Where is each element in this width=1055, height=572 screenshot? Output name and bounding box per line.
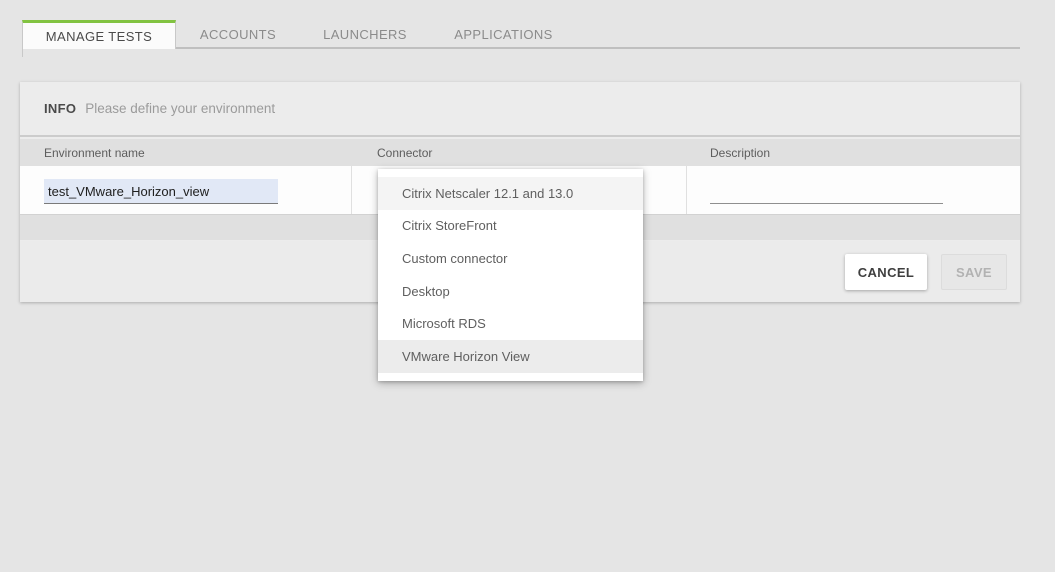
tab-accounts[interactable]: ACCOUNTS	[176, 20, 300, 49]
environment-name-underline	[44, 203, 278, 204]
column-header-connector: Connector	[352, 146, 687, 160]
description-cell[interactable]	[687, 166, 1020, 214]
dropdown-option-label: Citrix Netscaler 12.1 and 13.0	[402, 186, 573, 201]
description-input-underline	[710, 203, 943, 204]
tab-applications-label: APPLICATIONS	[454, 27, 552, 42]
dropdown-option-desktop[interactable]: Desktop	[378, 275, 643, 308]
table-header: Environment name Connector Description	[20, 139, 1020, 166]
environment-name-input[interactable]	[44, 179, 278, 204]
dropdown-option-microsoft-rds[interactable]: Microsoft RDS	[378, 308, 643, 341]
dropdown-option-label: Custom connector	[402, 251, 508, 266]
tab-manage-tests[interactable]: MANAGE TESTS	[22, 20, 176, 49]
dropdown-option-citrix-netscaler[interactable]: Citrix Netscaler 12.1 and 13.0	[378, 177, 643, 210]
dropdown-option-custom-connector[interactable]: Custom connector	[378, 242, 643, 275]
cancel-button[interactable]: CANCEL	[845, 254, 927, 290]
tab-accounts-label: ACCOUNTS	[200, 27, 276, 42]
dropdown-option-label: Microsoft RDS	[402, 316, 486, 331]
info-bar: INFO Please define your environment	[20, 82, 1020, 137]
save-button-label: SAVE	[956, 265, 992, 280]
tab-launchers-label: LAUNCHERS	[323, 27, 407, 42]
tab-bar-divider	[176, 47, 1020, 49]
environment-name-cell	[20, 166, 352, 214]
info-message: Please define your environment	[85, 101, 275, 116]
cancel-button-label: CANCEL	[858, 265, 915, 280]
tab-launchers[interactable]: LAUNCHERS	[300, 20, 430, 49]
save-button[interactable]: SAVE	[941, 254, 1007, 290]
tab-left-border-extension	[22, 48, 23, 57]
tab-applications[interactable]: APPLICATIONS	[430, 20, 577, 49]
dropdown-option-citrix-storefront[interactable]: Citrix StoreFront	[378, 210, 643, 243]
dropdown-option-label: Desktop	[402, 284, 450, 299]
connector-dropdown-menu: Citrix Netscaler 12.1 and 13.0 Citrix St…	[378, 169, 643, 381]
info-label: INFO	[44, 101, 76, 116]
tab-manage-tests-label: MANAGE TESTS	[46, 29, 152, 44]
dropdown-option-vmware-horizon-view[interactable]: VMware Horizon View	[378, 340, 643, 373]
column-header-description: Description	[687, 146, 770, 160]
tab-bar: MANAGE TESTS ACCOUNTS LAUNCHERS APPLICAT…	[22, 20, 577, 49]
dropdown-option-label: Citrix StoreFront	[402, 218, 497, 233]
column-header-environment-name: Environment name	[20, 146, 352, 160]
dropdown-option-label: VMware Horizon View	[402, 349, 530, 364]
